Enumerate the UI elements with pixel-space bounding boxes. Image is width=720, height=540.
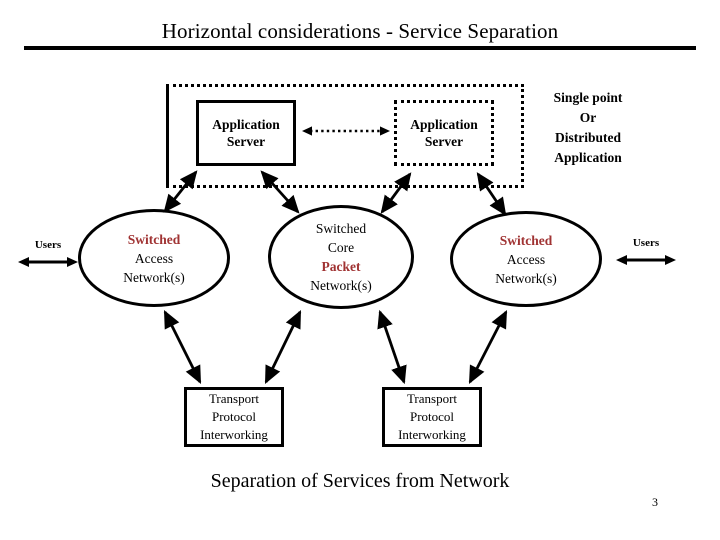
application-server-box-right[interactable]: Application Server (394, 100, 494, 166)
application-server-left-line1: Application (212, 117, 280, 132)
application-server-box-left[interactable]: Application Server (196, 100, 296, 166)
transport-left-line1: Transport (208, 391, 260, 406)
users-bidirectional-arrow-left (18, 257, 78, 267)
switched-core-packet-network[interactable]: Switched Core Packet Network(s) (268, 205, 414, 309)
users-label-right: Users (632, 237, 660, 249)
transport-left-line2: Protocol (211, 409, 257, 424)
arrow-core-to-transport-right (377, 309, 407, 385)
slide-canvas: Horizontal considerations - Service Sepa… (0, 0, 720, 540)
application-server-right-line1: Application (410, 117, 478, 132)
arrow-access-right-to-transport-right (468, 310, 508, 384)
transport-left-line3: Interworking (200, 427, 268, 442)
page-title: Horizontal considerations - Service Sepa… (161, 19, 559, 43)
transport-protocol-interworking-box-left[interactable]: Transport Protocol Interworking (184, 387, 284, 447)
switched-access-network-right[interactable]: Switched Access Network(s) (450, 211, 602, 307)
ellipse-center-line3: Packet (321, 259, 361, 274)
ellipse-center-line4: Network(s) (310, 278, 372, 293)
transport-right-line3: Interworking (398, 427, 466, 442)
ellipse-left-line2: Access (134, 250, 174, 266)
ellipse-center-line2: Core (327, 240, 355, 255)
users-bidirectional-arrow-right (616, 255, 676, 265)
bottom-caption: Separation of Services from Network (210, 470, 510, 492)
side-caption-line2: Or (579, 110, 597, 125)
single-point-or-distributed-caption: Single point Or Distributed Application (532, 88, 644, 168)
transport-right-line1: Transport (406, 391, 458, 406)
page-number: 3 (652, 495, 658, 509)
users-label-group-right: Users (614, 236, 678, 275)
ellipse-center-line1: Switched (315, 221, 367, 236)
side-caption-line1: Single point (553, 90, 623, 105)
ellipse-right-line1: Switched (499, 232, 553, 248)
ellipse-left-line3: Network(s) (123, 269, 185, 285)
title-underline-rule (24, 46, 696, 50)
users-label-group-left: Users (16, 238, 80, 277)
side-caption-line4: Application (554, 150, 622, 165)
users-label-left: Users (34, 239, 62, 251)
ellipse-left-line1: Switched (127, 231, 181, 247)
application-server-right-line2: Server (424, 134, 464, 149)
arrow-core-to-transport-left (264, 309, 302, 385)
ellipse-right-line2: Access (506, 251, 546, 267)
transport-right-line2: Protocol (409, 409, 455, 424)
dotted-bidirectional-link-arrow (302, 126, 390, 136)
switched-access-network-left[interactable]: Switched Access Network(s) (78, 209, 230, 307)
application-server-left-line2: Server (226, 134, 266, 149)
ellipse-right-line3: Network(s) (495, 270, 557, 286)
side-caption-line3: Distributed (554, 130, 621, 145)
transport-protocol-interworking-box-right[interactable]: Transport Protocol Interworking (382, 387, 482, 447)
arrow-access-left-to-transport-left (163, 309, 202, 385)
